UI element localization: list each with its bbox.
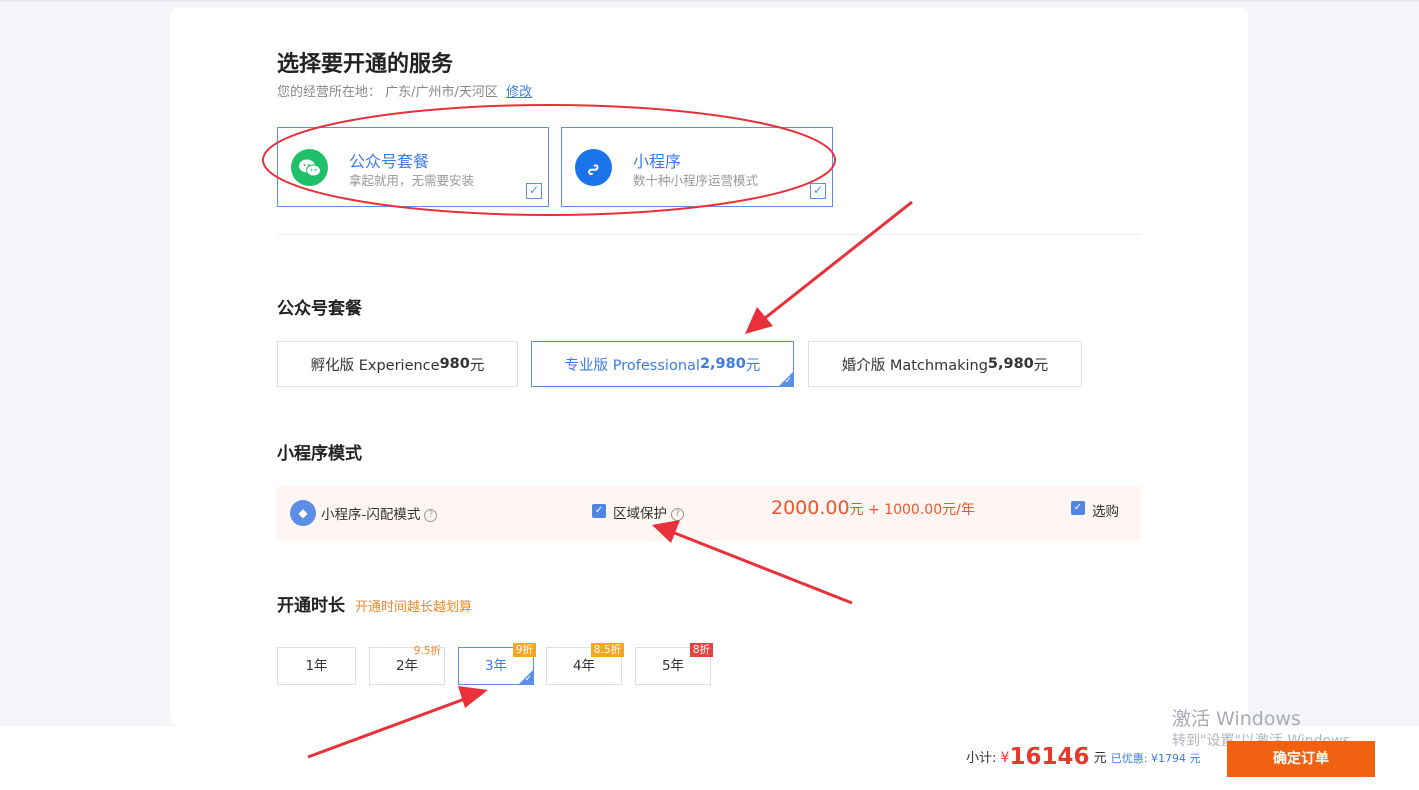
annotation-arrow [745,200,913,334]
annotation-arrow [652,520,853,605]
annotation-ellipse [262,104,836,216]
annotation-arrow [307,686,488,759]
annotation-overlay [262,104,913,759]
